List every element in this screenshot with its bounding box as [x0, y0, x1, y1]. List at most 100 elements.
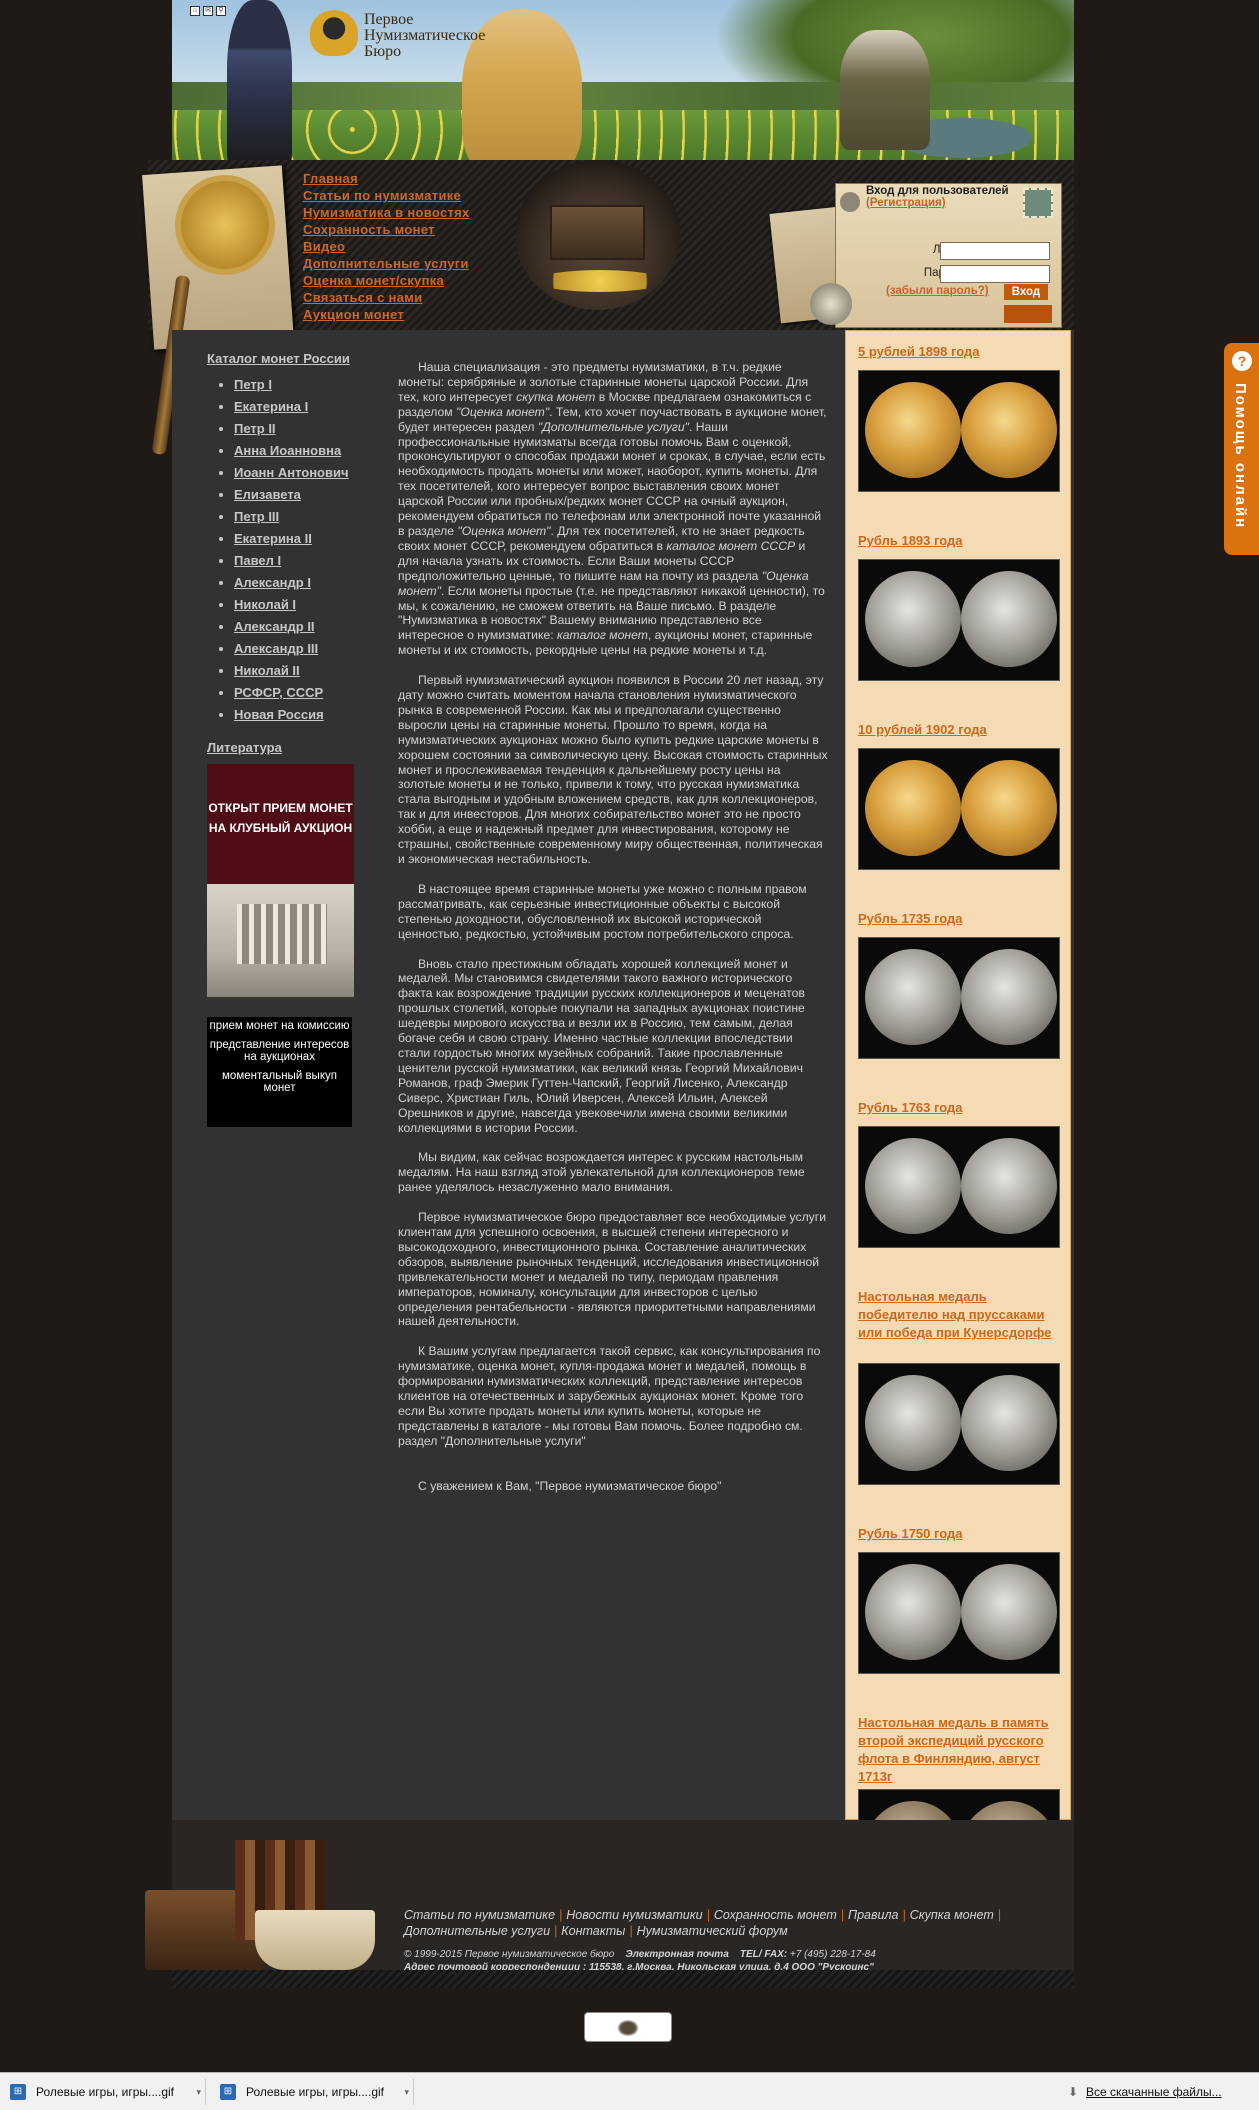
ruler-item: Екатерина II — [234, 528, 397, 550]
coin-face — [865, 571, 961, 667]
logo-text[interactable]: Первое Нумизматическое Бюро — [364, 12, 485, 60]
mail-icon[interactable]: ✉ — [203, 6, 213, 16]
ruler-link[interactable]: Анна Иоанновна — [234, 443, 341, 458]
coin-title-link[interactable]: 10 рублей 1902 года — [858, 722, 987, 737]
email-label[interactable]: Электронная почта — [625, 1949, 728, 1960]
ruler-item: Николай I — [234, 594, 397, 616]
coin-title-link[interactable]: Настольная медаль победителю над пруссак… — [858, 1289, 1051, 1340]
literature-link[interactable]: Литература — [207, 740, 397, 755]
nav-link[interactable]: Главная — [303, 171, 358, 186]
ruler-link[interactable]: Николай II — [234, 663, 300, 678]
nav-item: Связаться с нами — [303, 289, 470, 306]
chevron-down-icon[interactable]: ▾ — [404, 2079, 409, 2105]
chevron-down-icon[interactable]: ▾ — [196, 2079, 201, 2105]
catalog-link[interactable]: Каталог монет России — [207, 351, 350, 366]
ruler-item: Елизавета — [234, 484, 397, 506]
download-filename: Ролевые игры, игры....gif — [36, 2085, 175, 2099]
eagle-logo-icon[interactable] — [310, 10, 358, 56]
ruler-link[interactable]: Екатерина I — [234, 399, 308, 414]
left-sidebar: Каталог монет России Петр I Екатерина I Пе… — [207, 350, 397, 755]
home-icon[interactable]: ⌂ — [190, 6, 200, 16]
ruler-link[interactable]: Александр I — [234, 575, 311, 590]
coin-face — [865, 382, 961, 478]
coin-photo[interactable] — [858, 559, 1060, 681]
register-link[interactable]: (Регистрация) — [866, 197, 946, 209]
footer-link[interactable]: Дополнительные услуги — [404, 1924, 550, 1938]
ruler-link[interactable]: Петр III — [234, 509, 279, 524]
stamp-icon — [1023, 188, 1053, 218]
footer-link[interactable]: Сохранность монет — [714, 1908, 837, 1922]
coin-title-link[interactable]: 5 рублей 1898 года — [858, 344, 980, 359]
nav-link[interactable]: Оценка монет/скупка — [303, 273, 444, 288]
coin-face — [865, 1138, 961, 1234]
coin-photo[interactable] — [858, 748, 1060, 870]
nav-link[interactable]: Нумизматика в новостях — [303, 205, 470, 220]
auction-banner[interactable]: ОТКРЫТ ПРИЕМ МОНЕТ НА КЛУБНЫЙ АУКЦИОН — [207, 764, 354, 997]
ruler-item: Александр III — [234, 638, 397, 660]
services-banner[interactable]: прием монет на комиссию представление ин… — [207, 1017, 352, 1127]
password-input[interactable] — [940, 265, 1050, 283]
coin-face — [865, 949, 961, 1045]
nav-item: Нумизматика в новостях — [303, 204, 470, 221]
ruler-link[interactable]: Елизавета — [234, 487, 301, 502]
nav-link[interactable]: Аукцион монет — [303, 307, 404, 322]
nav-link[interactable]: Сохранность монет — [303, 222, 435, 237]
ruler-link[interactable]: Иоанн Антонович — [234, 465, 349, 480]
download-item[interactable]: ⊞ Ролевые игры, игры....gif ▾ — [210, 2079, 414, 2105]
coin-face — [961, 382, 1057, 478]
nav-item: Аукцион монет — [303, 306, 470, 323]
ruler-link[interactable]: Павел I — [234, 553, 281, 568]
gif-file-icon: ⊞ — [10, 2084, 26, 2100]
nav-link[interactable]: Связаться с нами — [303, 290, 422, 305]
ruler-link[interactable]: Николай I — [234, 597, 296, 612]
coin-title-link[interactable]: Рубль 1750 года — [858, 1526, 963, 1541]
article-paragraph: Мы видим, как сейчас возрождается интере… — [398, 1150, 805, 1195]
ruler-item: Петр II — [234, 418, 397, 440]
help-label: Помощь онлайн — [1232, 383, 1249, 530]
ruler-link[interactable]: Петр II — [234, 421, 276, 436]
forgot-password-link[interactable]: (забыли пароль?) — [886, 285, 989, 297]
help-online-tab[interactable]: ? Помощь онлайн — [1224, 343, 1259, 555]
ruler-link[interactable]: Екатерина II — [234, 531, 312, 546]
footer-link[interactable]: Нумизматический форум — [637, 1924, 788, 1938]
ruler-link[interactable]: РСФСР, СССР — [234, 685, 323, 700]
help-icon: ? — [1232, 351, 1252, 371]
coin-card: Настольная медаль победителю над пруссак… — [858, 1288, 1060, 1485]
ruler-item: Александр II — [234, 616, 397, 638]
all-downloads-link[interactable]: ⬇ Все скачанные файлы... — [1068, 2073, 1222, 2110]
coin-photo[interactable] — [858, 1552, 1060, 1674]
services-item: моментальный выкуп монет — [222, 1070, 337, 1094]
magnifier-icon — [175, 175, 275, 275]
footer-link[interactable]: Статьи по нумизматике — [404, 1908, 555, 1922]
nav-link[interactable]: Статьи по нумизматике — [303, 188, 461, 203]
coin-photo[interactable] — [858, 937, 1060, 1059]
coin-title-link[interactable]: Рубль 1735 года — [858, 911, 963, 926]
footer-link[interactable]: Правила — [848, 1908, 898, 1922]
ruler-link[interactable]: Петр I — [234, 377, 272, 392]
nav-item: Главная — [303, 170, 470, 187]
nav-link[interactable]: Видео — [303, 239, 345, 254]
counter-badge[interactable] — [584, 2012, 672, 2042]
coin-photo[interactable] — [858, 370, 1060, 492]
ruler-link[interactable]: Александр II — [234, 619, 315, 634]
footer-separator: | — [559, 1908, 563, 1922]
search-icon[interactable]: ⚲ — [216, 6, 226, 16]
download-item[interactable]: ⊞ Ролевые игры, игры....gif ▾ — [0, 2079, 206, 2105]
coin-title-link[interactable]: Рубль 1763 года — [858, 1100, 963, 1115]
login-input[interactable] — [940, 242, 1050, 260]
coin-photo[interactable] — [858, 1126, 1060, 1248]
ruler-link[interactable]: Новая Россия — [234, 707, 324, 722]
coin-photo[interactable] — [858, 1363, 1060, 1485]
nav-link[interactable]: Дополнительные услуги — [303, 256, 469, 271]
coin-face — [961, 1375, 1057, 1471]
footer-link[interactable]: Новости нумизматики — [566, 1908, 702, 1922]
ruler-item: Екатерина I — [234, 396, 397, 418]
footer-link[interactable]: Контакты — [561, 1924, 625, 1938]
footer-link[interactable]: Скупка монет — [910, 1908, 994, 1922]
login-button[interactable]: Вход — [1004, 284, 1048, 300]
coin-title-link[interactable]: Рубль 1893 года — [858, 533, 963, 548]
peter-figure — [227, 0, 292, 170]
ruler-link[interactable]: Александр III — [234, 641, 318, 656]
coin-title-link[interactable]: Настольная медаль в память второй экспед… — [858, 1715, 1049, 1784]
ruler-item: Иоанн Антонович — [234, 462, 397, 484]
